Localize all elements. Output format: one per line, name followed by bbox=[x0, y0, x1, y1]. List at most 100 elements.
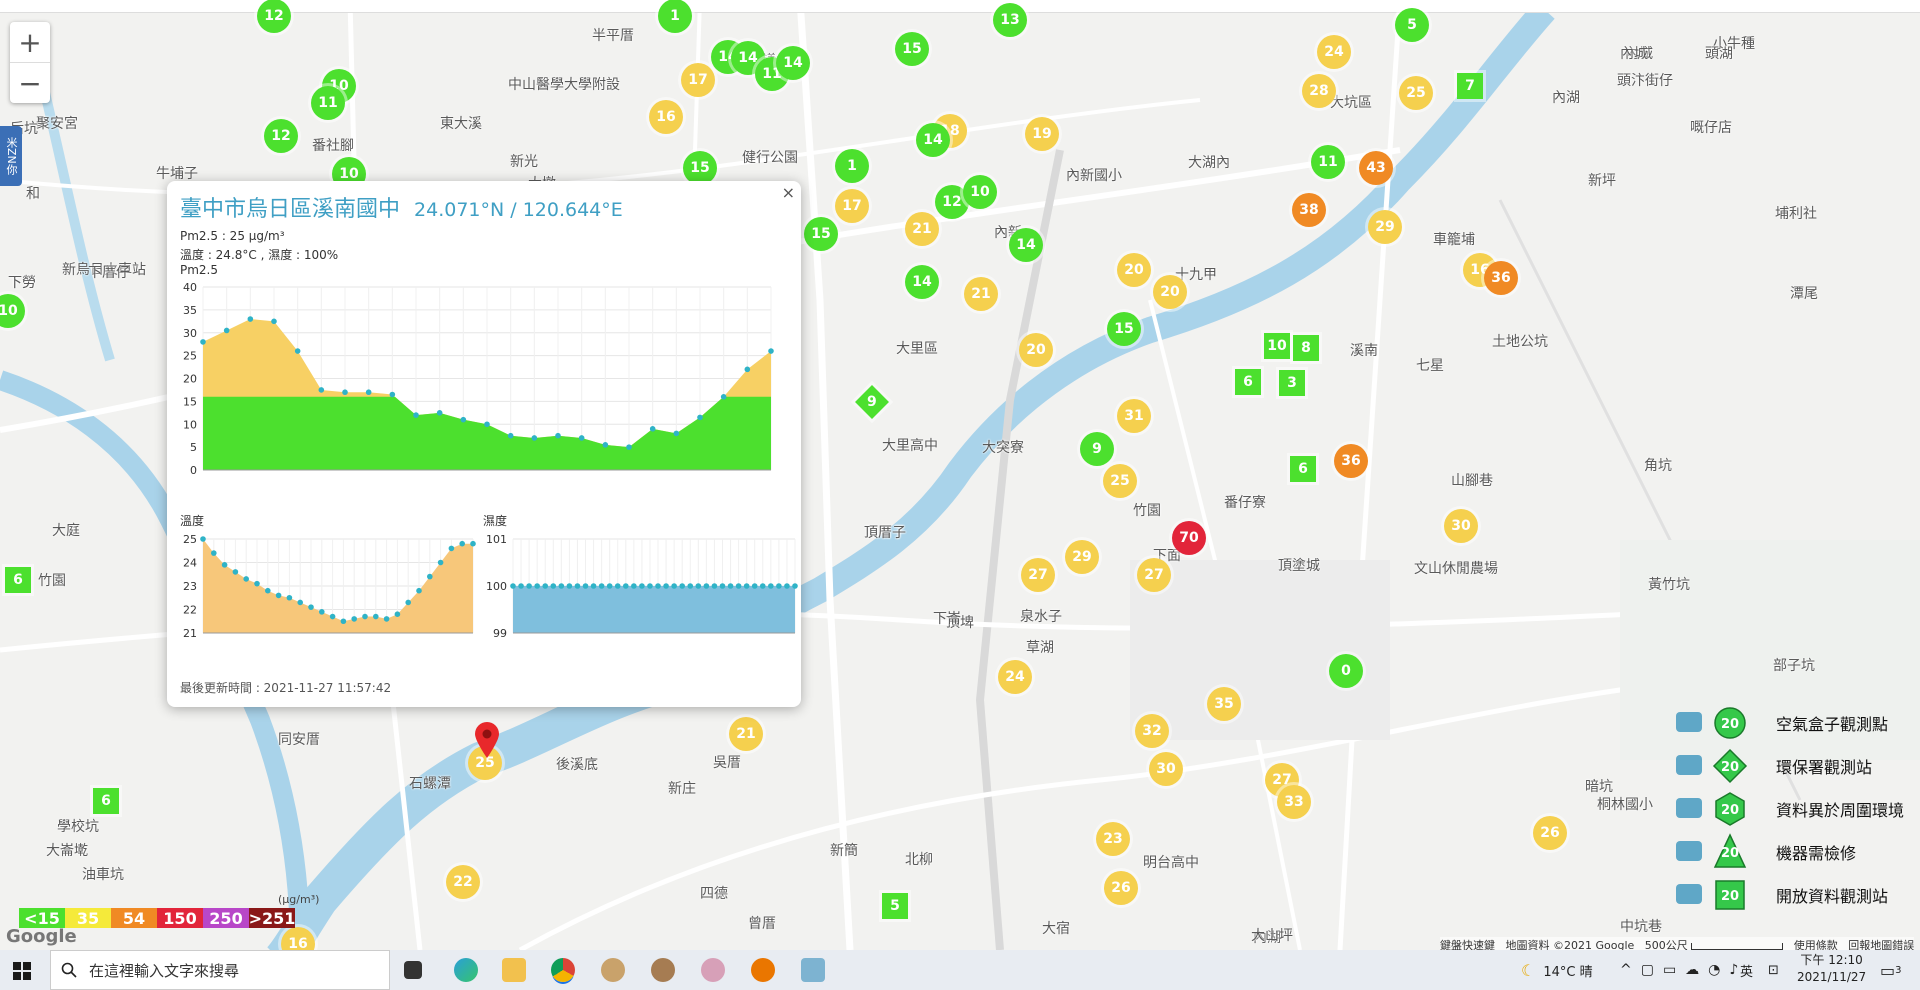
sensor-marker[interactable]: 25 bbox=[1103, 464, 1137, 498]
taskbar-search-box[interactable]: 在這裡輸入文字來搜尋 bbox=[50, 950, 390, 990]
sensor-marker[interactable]: 20 bbox=[1117, 253, 1151, 287]
place-label: 番社腳 bbox=[312, 138, 354, 154]
data-point bbox=[687, 583, 694, 589]
y-tick-label: 99 bbox=[493, 627, 507, 639]
sensor-marker-value: 10 bbox=[0, 303, 18, 319]
task-view-icon[interactable] bbox=[404, 961, 422, 979]
sensor-marker[interactable]: 16 bbox=[649, 100, 683, 134]
google-logo: Google bbox=[6, 926, 77, 947]
sensor-marker[interactable]: 12 bbox=[257, 0, 291, 33]
sensor-marker[interactable]: 25 bbox=[1399, 76, 1433, 110]
sensor-marker[interactable]: 6 bbox=[93, 788, 119, 814]
location-pin-icon[interactable] bbox=[474, 721, 500, 759]
data-point bbox=[243, 576, 249, 582]
file-explorer-icon[interactable] bbox=[502, 958, 526, 982]
ime-indicator[interactable]: 英 bbox=[1740, 950, 1753, 990]
system-tray-icons[interactable]: ^▢▭☁◔♪ bbox=[1620, 950, 1747, 990]
sensor-marker[interactable]: 11 bbox=[311, 86, 345, 120]
sensor-marker[interactable]: 30 bbox=[1149, 752, 1183, 786]
place-label: 車籠埔 bbox=[1433, 232, 1475, 248]
place-label: 聚安宮 bbox=[36, 116, 78, 132]
sensor-marker[interactable]: 22 bbox=[446, 865, 480, 899]
sensor-marker[interactable]: 1 bbox=[835, 149, 869, 183]
sensor-marker[interactable]: 33 bbox=[1277, 785, 1311, 819]
sensor-marker[interactable]: 14 bbox=[905, 265, 939, 299]
sensor-marker[interactable]: 5 bbox=[882, 893, 908, 919]
sensor-marker[interactable]: 15 bbox=[804, 217, 838, 251]
sensor-marker[interactable]: 0 bbox=[1329, 654, 1363, 688]
sensor-marker[interactable]: 31 bbox=[1117, 399, 1151, 433]
sensor-marker[interactable]: 21 bbox=[964, 277, 998, 311]
place-label: 東大溪 bbox=[440, 116, 482, 132]
side-panel-tab[interactable]: 米ZN你 bbox=[0, 126, 22, 186]
sensor-marker[interactable]: 24 bbox=[1317, 35, 1351, 69]
sensor-marker[interactable]: 23 bbox=[1096, 822, 1130, 856]
sensor-marker[interactable]: 27 bbox=[1137, 558, 1171, 592]
app-icon-1[interactable] bbox=[601, 958, 625, 982]
data-point bbox=[550, 583, 557, 589]
sensor-marker[interactable]: 13 bbox=[993, 3, 1027, 37]
sensor-marker[interactable]: 27 bbox=[1021, 558, 1055, 592]
sensor-marker[interactable]: 30 bbox=[1444, 509, 1478, 543]
sensor-marker[interactable]: 36 bbox=[1334, 444, 1368, 478]
sensor-marker[interactable]: 29 bbox=[1065, 540, 1099, 574]
sensor-marker[interactable]: 26 bbox=[1533, 816, 1567, 850]
sensor-marker[interactable]: 1 bbox=[658, 0, 692, 33]
sensor-marker[interactable]: 35 bbox=[1207, 687, 1241, 721]
app-icon-2[interactable] bbox=[651, 958, 675, 982]
sensor-marker[interactable]: 38 bbox=[1292, 193, 1326, 227]
sensor-marker[interactable]: 6 bbox=[5, 567, 31, 593]
sensor-marker[interactable]: 29 bbox=[1368, 210, 1402, 244]
sensor-marker[interactable]: 21 bbox=[905, 212, 939, 246]
sensor-marker[interactable]: 14 bbox=[916, 123, 950, 157]
close-popup-button[interactable]: × bbox=[782, 183, 795, 202]
sensor-marker[interactable]: 26 bbox=[1104, 871, 1138, 905]
sensor-marker[interactable]: 11 bbox=[1311, 145, 1345, 179]
keyboard-icon[interactable]: ⊡ bbox=[1768, 950, 1779, 990]
sensor-marker[interactable]: 21 bbox=[729, 717, 763, 751]
clock[interactable]: 下午 12:10 2021/11/27 bbox=[1797, 952, 1866, 986]
sensor-marker[interactable]: 20 bbox=[1153, 275, 1187, 309]
sensor-marker[interactable]: 6 bbox=[1235, 369, 1261, 395]
chrome-browser-icon[interactable] bbox=[551, 958, 575, 982]
sensor-marker[interactable]: 12 bbox=[264, 119, 298, 153]
sensor-marker[interactable]: 9 bbox=[1080, 432, 1114, 466]
aqi-legend-item: 150 bbox=[157, 908, 203, 928]
sensor-marker[interactable]: 8 bbox=[1293, 335, 1319, 361]
zoom-in-button[interactable]: + bbox=[10, 22, 50, 63]
sensor-marker[interactable]: 3 bbox=[1279, 370, 1305, 396]
sensor-marker[interactable]: 14 bbox=[1009, 228, 1043, 262]
sensor-marker-value: 33 bbox=[1284, 794, 1304, 810]
sensor-marker[interactable]: 17 bbox=[835, 189, 869, 223]
sensor-marker[interactable]: 70 bbox=[1172, 521, 1206, 555]
app-icon-4[interactable] bbox=[801, 958, 825, 982]
sensor-marker[interactable]: 43 bbox=[1359, 151, 1393, 185]
sensor-marker[interactable]: 6 bbox=[1290, 456, 1316, 482]
sensor-marker[interactable]: 10 bbox=[963, 175, 997, 209]
notification-icon[interactable]: ▭ 3 bbox=[1880, 950, 1902, 990]
sensor-marker[interactable]: 14 bbox=[776, 46, 810, 80]
place-label: 大宿 bbox=[1042, 921, 1070, 937]
windows-start-icon[interactable] bbox=[13, 962, 31, 980]
app-icon-3[interactable] bbox=[701, 958, 725, 982]
sensor-marker[interactable]: 20 bbox=[1019, 333, 1053, 367]
sensor-marker[interactable]: 19 bbox=[1025, 117, 1059, 151]
edge-browser-icon[interactable] bbox=[454, 958, 478, 982]
sensor-marker[interactable]: 36 bbox=[1484, 261, 1518, 295]
sensor-marker[interactable]: 17 bbox=[681, 63, 715, 97]
sensor-marker-value: 20 bbox=[1026, 342, 1046, 358]
weather-widget[interactable]: ☾ 14°C 晴 bbox=[1521, 950, 1593, 990]
zoom-out-button[interactable]: − bbox=[10, 63, 50, 103]
sensor-marker[interactable]: 7 bbox=[1457, 73, 1483, 99]
y-tick-label: 24 bbox=[183, 557, 197, 570]
blender-icon[interactable] bbox=[751, 958, 775, 982]
sensor-marker[interactable]: 15 bbox=[1107, 312, 1141, 346]
sensor-marker[interactable]: 15 bbox=[683, 151, 717, 185]
sensor-marker[interactable]: 10 bbox=[1264, 333, 1290, 359]
sensor-marker[interactable]: 32 bbox=[1135, 714, 1169, 748]
sensor-marker[interactable]: 15 bbox=[895, 32, 929, 66]
sensor-marker[interactable]: 24 bbox=[998, 660, 1032, 694]
sensor-marker[interactable]: 5 bbox=[1395, 8, 1429, 42]
sensor-marker[interactable]: 28 bbox=[1302, 74, 1336, 108]
data-point bbox=[427, 573, 433, 580]
